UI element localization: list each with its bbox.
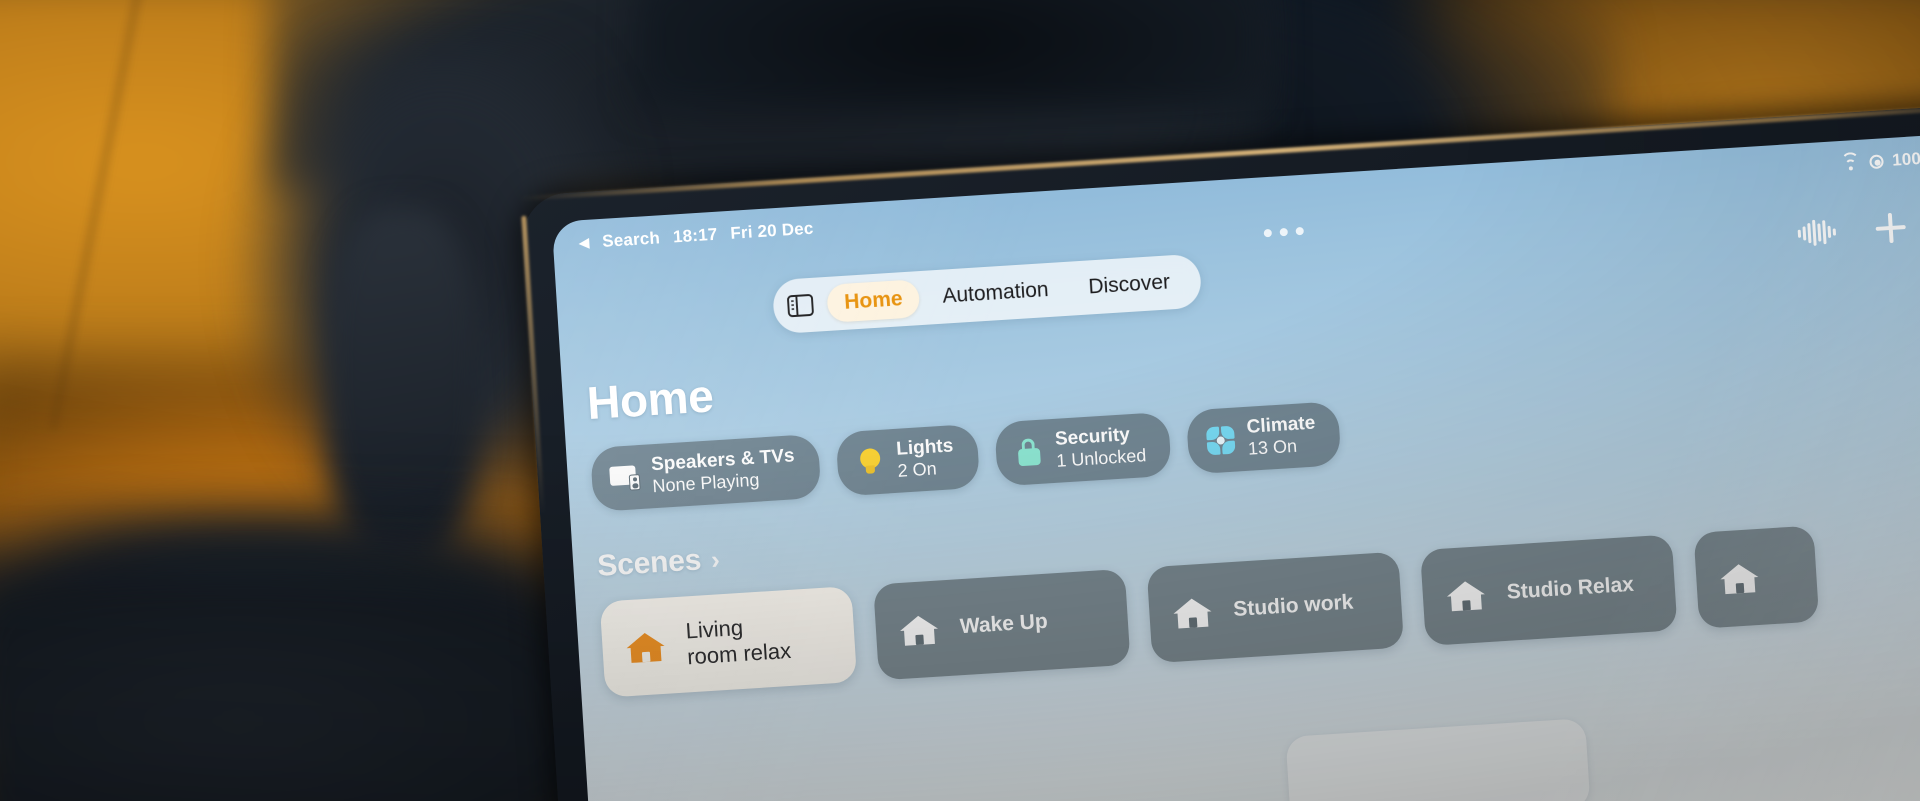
pill-security[interactable]: Security 1 Unlocked bbox=[993, 411, 1172, 487]
pill-subtitle: 13 On bbox=[1247, 436, 1298, 460]
scene-name: Studio work bbox=[1232, 590, 1355, 621]
screen-record-icon bbox=[1868, 154, 1884, 170]
chevron-right-icon: › bbox=[710, 543, 721, 575]
status-time: 18:17 bbox=[672, 224, 718, 247]
sidebar-toggle-icon[interactable] bbox=[782, 288, 818, 324]
scene-card-wake-up[interactable]: Wake Up bbox=[873, 568, 1131, 681]
house-icon bbox=[624, 629, 668, 666]
scene-card-living-room-relax[interactable]: Living room relax bbox=[599, 585, 858, 698]
scenes-section-header[interactable]: Scenes › bbox=[596, 542, 720, 584]
three-dots-handle[interactable] bbox=[1263, 226, 1304, 238]
scene-card-studio-work[interactable]: Studio work bbox=[1146, 551, 1405, 664]
page-title: Home bbox=[585, 369, 715, 430]
scenes-heading-label: Scenes bbox=[596, 543, 703, 583]
siri-waveform-icon[interactable] bbox=[1796, 211, 1838, 253]
battery-percent-label: 100% bbox=[1891, 148, 1920, 170]
lightbulb-icon bbox=[854, 446, 886, 478]
pill-subtitle: 1 Unlocked bbox=[1055, 445, 1147, 472]
tab-bar: Home Automation Discover bbox=[771, 253, 1203, 335]
office-chair-headrest bbox=[633, 0, 1268, 113]
house-icon bbox=[1444, 577, 1488, 614]
house-icon bbox=[1170, 594, 1214, 631]
top-action-bar bbox=[1796, 202, 1920, 254]
scene-card-next-partial[interactable] bbox=[1693, 525, 1820, 629]
scene-card-studio-relax[interactable]: Studio Relax bbox=[1420, 534, 1678, 646]
tablet-device: ◀ Search 18:17 Fri 20 Dec 100% Home Auto… bbox=[520, 100, 1920, 801]
device-card-partial[interactable] bbox=[1285, 718, 1591, 801]
pill-speakers-tvs[interactable]: Speakers & TVs None Playing bbox=[589, 433, 822, 512]
tablet-screen: ◀ Search 18:17 Fri 20 Dec 100% Home Auto… bbox=[551, 130, 1920, 801]
pill-title: Lights bbox=[895, 435, 954, 460]
pill-subtitle: 2 On bbox=[897, 458, 938, 482]
house-icon bbox=[1717, 560, 1761, 597]
tab-home[interactable]: Home bbox=[826, 279, 921, 323]
scene-name-line2: room relax bbox=[686, 637, 792, 670]
tab-discover[interactable]: Discover bbox=[1070, 262, 1188, 307]
pill-climate[interactable]: Climate 13 On bbox=[1185, 401, 1342, 475]
wifi-icon bbox=[1841, 151, 1861, 171]
house-icon bbox=[897, 612, 941, 649]
scene-name: Studio Relax bbox=[1506, 572, 1635, 604]
scene-name: Wake Up bbox=[959, 609, 1049, 638]
tab-automation[interactable]: Automation bbox=[924, 270, 1066, 317]
plus-icon[interactable] bbox=[1869, 207, 1911, 249]
tv-speaker-icon bbox=[609, 462, 641, 494]
fan-icon bbox=[1205, 424, 1237, 456]
status-date: Fri 20 Dec bbox=[729, 218, 815, 243]
lock-icon bbox=[1013, 436, 1045, 468]
pill-lights[interactable]: Lights 2 On bbox=[835, 423, 980, 497]
back-triangle-icon[interactable]: ◀ bbox=[579, 235, 590, 252]
scenes-card-row: Living room relax Wake Up Studio work St… bbox=[599, 525, 1820, 698]
status-back-label[interactable]: Search bbox=[602, 228, 661, 252]
